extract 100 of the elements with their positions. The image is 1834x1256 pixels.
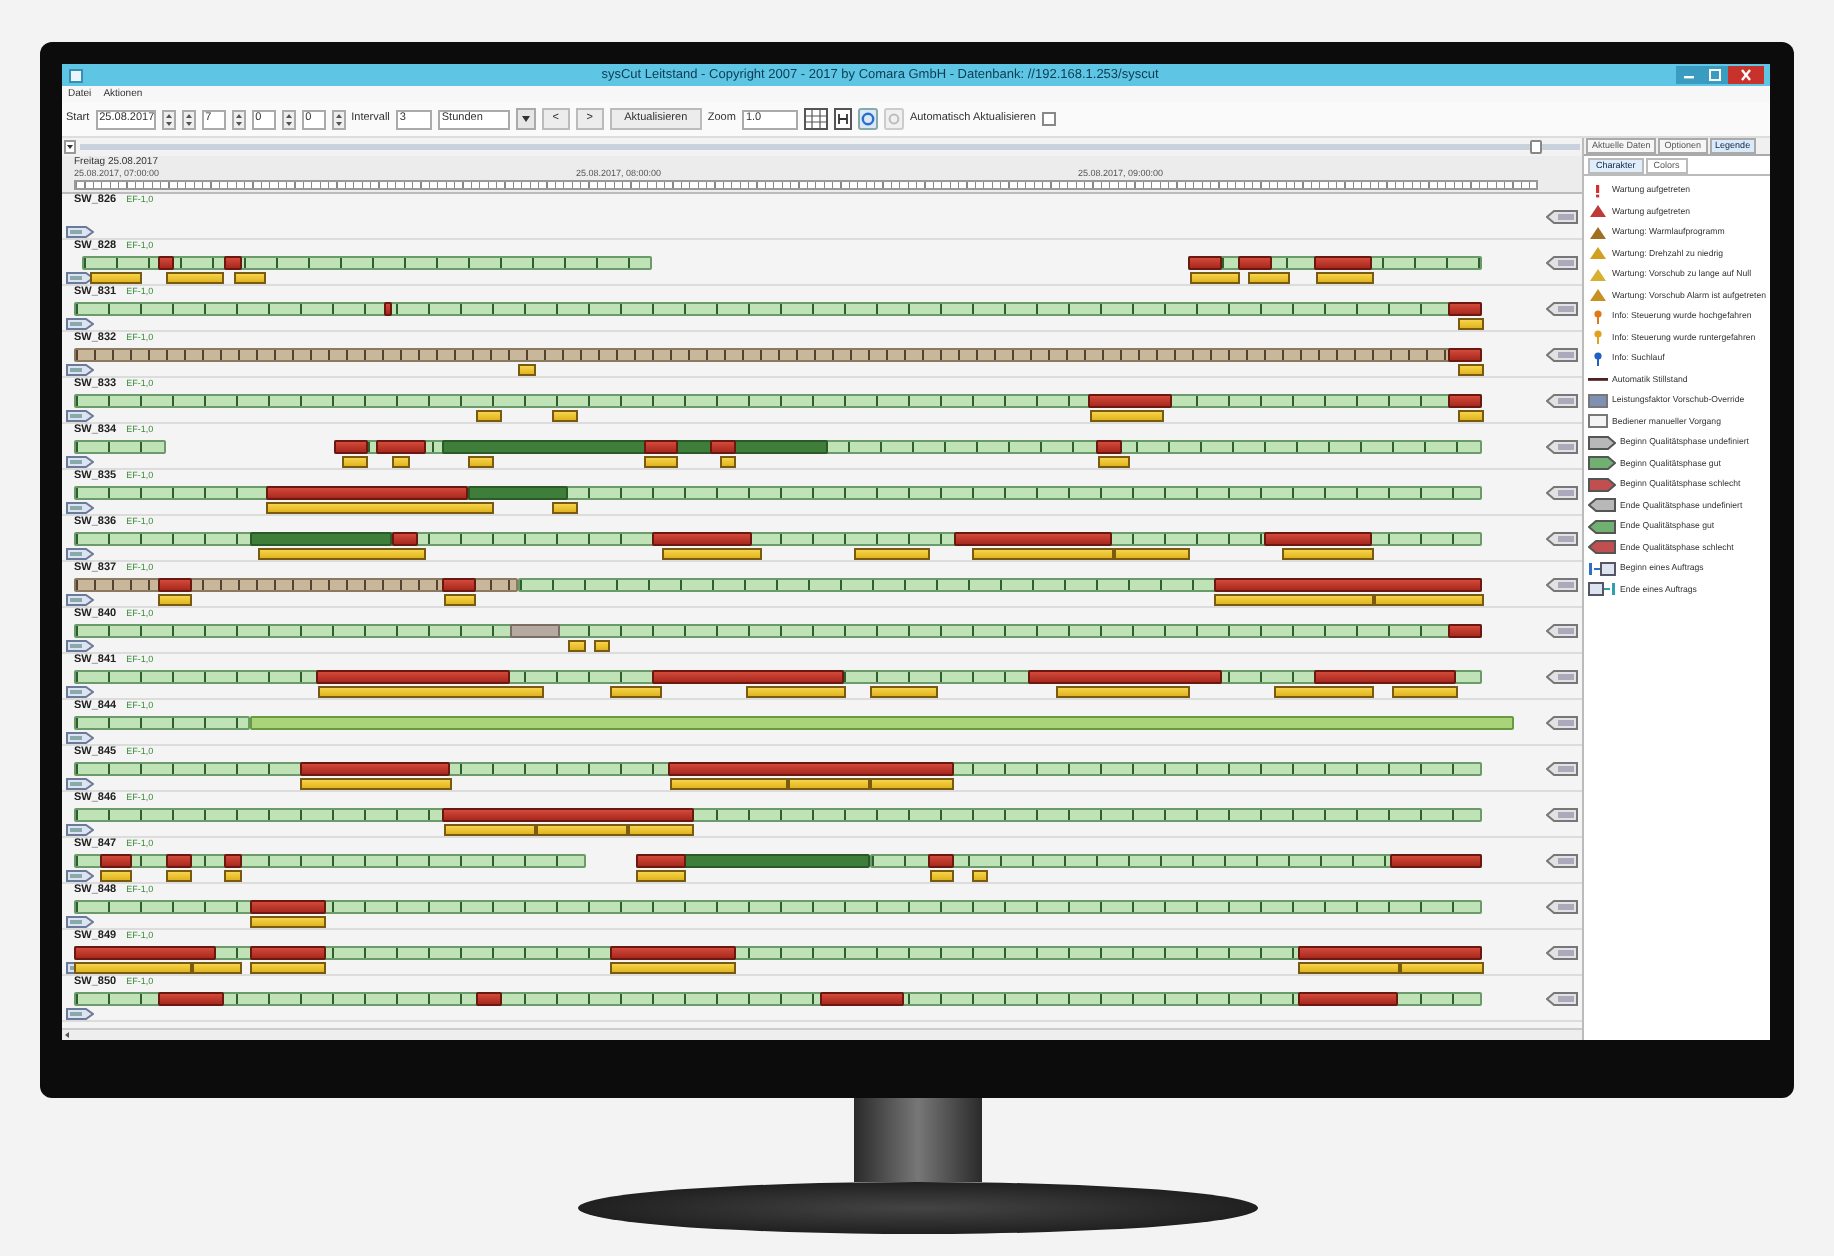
order-end-icon (1546, 577, 1578, 591)
order-end-icon (1546, 991, 1578, 1005)
job-bar (1248, 271, 1291, 283)
dropdown-icon[interactable] (515, 108, 536, 130)
time-slider[interactable] (80, 144, 1580, 150)
order-end-icon (1546, 945, 1578, 959)
spinner-icon[interactable] (331, 109, 346, 129)
production-bar (467, 485, 569, 499)
spinner-icon[interactable] (181, 109, 196, 129)
job-bar (552, 501, 578, 513)
job-bar (166, 869, 192, 881)
stop-bar (1297, 991, 1398, 1005)
job-bar (661, 547, 762, 559)
production-bar (249, 531, 393, 545)
job-bar (610, 685, 662, 697)
stop-bar (333, 439, 368, 453)
order-end-icon (1546, 715, 1578, 729)
order-end-icon (1546, 761, 1578, 775)
order-begin-icon (66, 777, 94, 789)
stop-bar (157, 255, 175, 269)
job-bar (443, 593, 477, 605)
job-bar (745, 685, 846, 697)
order-end-icon (1546, 485, 1578, 499)
order-begin-icon (66, 455, 94, 467)
job-bar (518, 363, 536, 375)
job-bar (594, 639, 611, 651)
job-bar (468, 455, 494, 467)
order-begin-icon (66, 915, 94, 927)
job-bar (1315, 271, 1375, 283)
job-bar (166, 271, 225, 283)
stop-bar (157, 991, 225, 1005)
grid-icon[interactable] (803, 108, 828, 130)
order-end-icon (1546, 393, 1578, 407)
collapse-icon[interactable] (64, 140, 76, 154)
order-end-icon (1546, 623, 1578, 637)
slider-thumb[interactable] (1529, 140, 1541, 154)
stop-bar (652, 531, 753, 545)
order-end-icon (1546, 301, 1578, 315)
job-bar (854, 547, 930, 559)
stop-bar (224, 255, 242, 269)
job-bar (1189, 271, 1240, 283)
order-begin-icon (66, 685, 94, 697)
job-bar (224, 869, 242, 881)
stop-bar (157, 577, 192, 591)
job-bar (1458, 409, 1484, 421)
stop-bar (1087, 393, 1172, 407)
stop-bar (1447, 393, 1482, 407)
job-bar (568, 639, 586, 651)
order-begin-icon (66, 1007, 94, 1019)
stop-bar (476, 991, 502, 1005)
close-icon[interactable] (1728, 66, 1764, 84)
job-bar (1055, 685, 1190, 697)
stop-bar (1447, 623, 1482, 637)
order-end-icon (1546, 439, 1578, 453)
horizontal-scrollbar[interactable] (62, 1028, 1582, 1040)
job-bar (233, 271, 267, 283)
job-bar (870, 685, 938, 697)
stop-bar (1313, 255, 1373, 269)
spinner-icon[interactable] (161, 109, 176, 129)
app-icon (68, 67, 84, 83)
order-end-icon (1546, 807, 1578, 821)
order-begin-icon (66, 501, 94, 513)
fit-icon[interactable] (833, 108, 852, 130)
stop-bar (392, 531, 418, 545)
job-bar (157, 593, 192, 605)
minimize-icon[interactable] (1676, 66, 1702, 84)
job-bar (1281, 547, 1375, 559)
stop-bar (249, 899, 326, 913)
job-bar (552, 409, 578, 421)
stop-bar (643, 439, 678, 453)
job-bar (971, 869, 989, 881)
stop-bar (1263, 531, 1373, 545)
stop-bar (1096, 439, 1122, 453)
job-bar (929, 869, 955, 881)
stop-bar (1447, 301, 1482, 315)
stop-bar (375, 439, 426, 453)
order-begin-icon (66, 363, 94, 375)
refresh-icon[interactable] (857, 108, 878, 130)
job-bar (644, 455, 678, 467)
job-bar (250, 915, 326, 927)
job-bar (1089, 409, 1165, 421)
order-begin-icon (66, 823, 94, 835)
auto-refresh-checkbox[interactable] (1041, 112, 1056, 126)
maximize-icon[interactable] (1702, 66, 1728, 84)
job-bar (636, 869, 687, 881)
job-bar (1391, 685, 1459, 697)
job-bar (476, 409, 502, 421)
job-bar (719, 455, 737, 467)
job-bar (342, 455, 368, 467)
stop-bar (635, 853, 686, 867)
job-bar (1097, 455, 1131, 467)
stop-bar (166, 853, 192, 867)
spinner-icon[interactable] (231, 109, 246, 129)
setup-bar (509, 623, 560, 637)
stop-bar (928, 853, 954, 867)
order-begin-icon (66, 225, 94, 237)
spinner-icon[interactable] (281, 109, 296, 129)
job-bar (250, 961, 326, 973)
order-begin-icon (66, 593, 94, 605)
stop-bar (1447, 347, 1482, 361)
